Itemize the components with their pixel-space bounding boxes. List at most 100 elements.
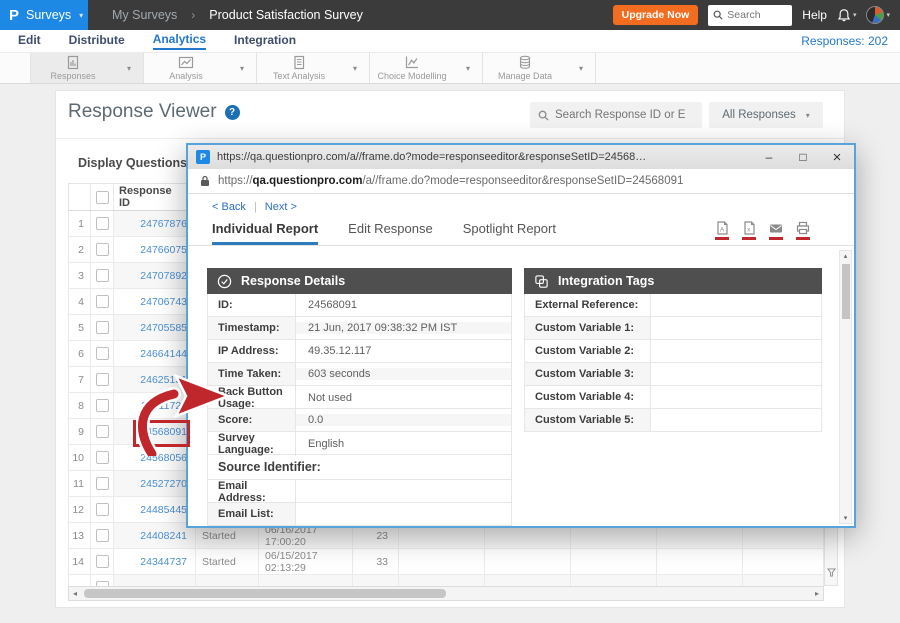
table-horizontal-scrollbar[interactable]: ◂ ▸ [68, 586, 824, 601]
row-checkbox-cell [91, 549, 114, 574]
toolbar-group-text-analysis: Text Analysis ▾ [256, 53, 369, 83]
row-checkbox[interactable] [96, 243, 109, 256]
row-index: 12 [69, 497, 91, 522]
response-id-link[interactable]: 24527270 [114, 471, 196, 496]
response-id-link[interactable] [114, 575, 196, 586]
toolbar-label: Choice Modelling [377, 71, 446, 81]
notifications-menu[interactable]: ▾ [837, 8, 857, 23]
response-id-header[interactable]: Response ID ▲ [114, 184, 196, 210]
scroll-up-icon[interactable]: ▴ [840, 252, 851, 260]
all-responses-dropdown[interactable]: All Responses ▾ [709, 102, 823, 128]
row-checkbox[interactable] [96, 503, 109, 516]
row-checkbox[interactable] [96, 269, 109, 282]
nav-item-edit[interactable]: Edit [18, 33, 41, 49]
response-id-link[interactable]: 24707892 [114, 263, 196, 288]
questionpro-logo-icon: P [9, 7, 19, 24]
global-search[interactable] [708, 5, 792, 26]
print-button[interactable] [796, 221, 810, 240]
toolbar-group-choice-modelling: Choice Modelling ▾ [369, 53, 482, 83]
row-checkbox-cell [91, 367, 114, 392]
toolbar-manage-data-caret[interactable]: ▾ [567, 53, 595, 83]
row-checkbox[interactable] [96, 425, 109, 438]
toolbar-analysis-button[interactable]: Analysis [144, 53, 228, 83]
response-id-link[interactable]: 24664144 [114, 341, 196, 366]
response-id-link[interactable]: 24705585 [114, 315, 196, 340]
response-id-link[interactable]: 24344737 [114, 549, 196, 574]
toolbar-choice-modelling-caret[interactable]: ▾ [454, 53, 482, 83]
close-button[interactable]: × [820, 145, 854, 169]
manage-data-icon [517, 55, 533, 70]
response-id-link[interactable]: 24767876 [114, 211, 196, 236]
favicon-icon: P [196, 150, 210, 164]
response-id-link[interactable]: 24408241 [114, 523, 196, 548]
response-id-link[interactable]: 24706743 [114, 289, 196, 314]
row-checkbox[interactable] [96, 295, 109, 308]
search-icon [538, 110, 549, 121]
toolbar-text-analysis-caret[interactable]: ▾ [341, 53, 369, 83]
page-title-text: Response Viewer [68, 101, 217, 123]
toolbar-choice-modelling-button[interactable]: Choice Modelling [370, 53, 454, 83]
url-domain: qa.questionpro.com [253, 175, 363, 187]
scroll-down-icon[interactable]: ▾ [840, 514, 851, 522]
toolbar-group-manage-data: Manage Data ▾ [482, 53, 596, 83]
help-link[interactable]: Help [802, 8, 827, 22]
response-id-link[interactable]: 24766075 [114, 237, 196, 262]
nav-item-analytics[interactable]: Analytics [153, 32, 206, 50]
scroll-left-icon[interactable]: ◂ [69, 589, 81, 598]
row-checkbox-cell [91, 419, 114, 444]
toolbar-label: Text Analysis [273, 71, 325, 81]
tab-spotlight-report[interactable]: Spotlight Report [463, 221, 556, 245]
row-checkbox[interactable] [96, 399, 109, 412]
row-checkbox[interactable] [96, 477, 109, 490]
maximize-button[interactable]: □ [786, 145, 820, 169]
toolbar-analysis-caret[interactable]: ▾ [228, 53, 256, 83]
export-pdf-button[interactable]: A [715, 221, 729, 240]
scrollbar-thumb[interactable] [842, 264, 850, 319]
url-bar[interactable]: https://qa.questionpro.com/a//frame.do?m… [188, 169, 854, 194]
svg-text:x: x [747, 228, 750, 234]
row-checkbox[interactable] [96, 451, 109, 464]
select-all-checkbox[interactable] [96, 191, 109, 204]
row-checkbox[interactable] [96, 321, 109, 334]
toolbar-responses-button[interactable]: Responses [31, 53, 115, 83]
back-link[interactable]: < Back [212, 201, 246, 213]
toolbar-responses-caret[interactable]: ▾ [115, 53, 143, 83]
breadcrumb-parent[interactable]: My Surveys [112, 8, 177, 22]
response-search-input[interactable] [555, 109, 685, 121]
toolbar-text-analysis-button[interactable]: Text Analysis [257, 53, 341, 83]
help-icon[interactable]: ? [225, 105, 240, 120]
window-title-bar[interactable]: P https://qa.questionpro.com/a//frame.do… [188, 145, 854, 169]
scrollbar-thumb[interactable] [84, 589, 446, 598]
product-switcher[interactable]: P Surveys ▾ [0, 0, 88, 30]
response-id-link[interactable]: 24485445 [114, 497, 196, 522]
scroll-right-icon[interactable]: ▸ [811, 589, 823, 598]
nav-item-distribute[interactable]: Distribute [69, 33, 125, 49]
row-checkbox[interactable] [96, 217, 109, 230]
account-menu[interactable]: ▾ [866, 6, 890, 24]
row-checkbox[interactable] [96, 529, 109, 542]
row-checkbox[interactable] [96, 347, 109, 360]
row-checkbox[interactable] [96, 373, 109, 386]
popup-vertical-scrollbar[interactable]: ▴ ▾ [839, 250, 852, 524]
next-link[interactable]: Next > [265, 201, 297, 213]
row-checkbox[interactable] [96, 555, 109, 568]
pdf-icon: A [716, 221, 729, 235]
export-excel-button[interactable]: x [742, 221, 756, 240]
tab-individual-report[interactable]: Individual Report [212, 221, 318, 245]
nav-item-integration[interactable]: Integration [234, 33, 296, 49]
tab-edit-response[interactable]: Edit Response [348, 221, 433, 245]
tags-icon [534, 274, 549, 289]
row-index: 5 [69, 315, 91, 340]
responses-count[interactable]: Responses: 202 [801, 34, 888, 48]
email-report-button[interactable] [769, 221, 783, 240]
row-checkbox-cell [91, 341, 114, 366]
global-search-input[interactable] [727, 9, 787, 21]
response-search[interactable] [530, 102, 702, 128]
lock-icon [200, 175, 210, 187]
detail-row: Score:0.0 [207, 409, 512, 432]
toolbar-manage-data-button[interactable]: Manage Data [483, 53, 567, 83]
filter-icon[interactable] [826, 564, 837, 582]
tag-row: Custom Variable 2: [524, 340, 822, 363]
upgrade-now-button[interactable]: Upgrade Now [613, 5, 699, 25]
minimize-button[interactable]: – [752, 145, 786, 169]
